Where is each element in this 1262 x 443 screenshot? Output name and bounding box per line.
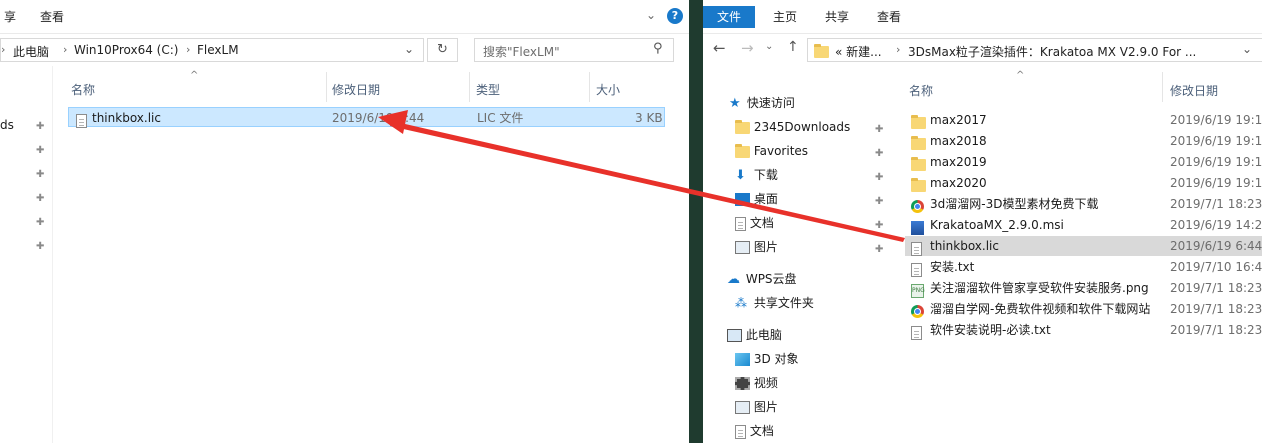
drag-arrow-overlay bbox=[378, 110, 905, 242]
arrow-head-icon bbox=[378, 110, 408, 134]
drag-arrow bbox=[390, 121, 905, 242]
